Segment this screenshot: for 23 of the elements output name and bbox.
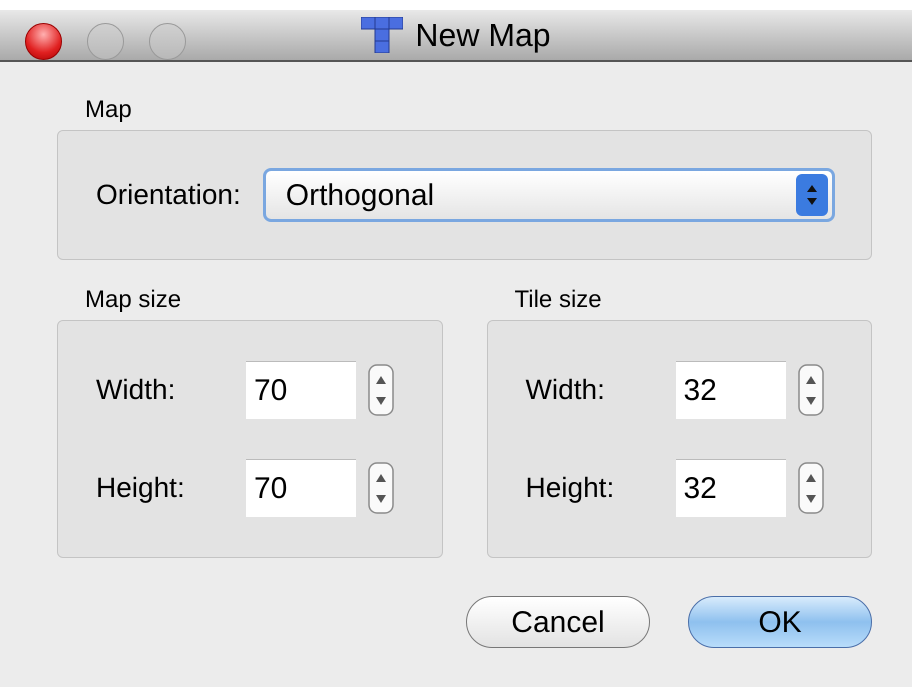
group-title: Map (85, 95, 133, 125)
stepper-control[interactable] (798, 462, 824, 514)
number-field[interactable]: 70 (246, 361, 356, 419)
dropdown-arrows-icon (796, 174, 828, 216)
orientation-dropdown[interactable]: Orthogonal (262, 168, 835, 222)
stepper-control[interactable] (368, 364, 394, 416)
stepper-control[interactable] (368, 462, 394, 514)
group-title: Map size (85, 285, 182, 315)
stepper-control[interactable] (798, 364, 824, 416)
field-label: Width: (526, 373, 606, 407)
group-title: Tile size (514, 285, 603, 315)
ok-button[interactable]: OK (688, 596, 872, 648)
tile-grid-icon (361, 17, 404, 53)
field-label: Height: (526, 471, 616, 505)
close-button[interactable] (25, 23, 62, 60)
number-field[interactable]: 32 (676, 459, 786, 517)
field-label: Height: (96, 471, 186, 505)
field-label: Width: (96, 373, 176, 407)
number-field[interactable]: 32 (676, 361, 786, 419)
window-title: New Map (415, 16, 551, 55)
field-label: Orientation: (96, 178, 241, 212)
number-field[interactable]: 70 (246, 459, 356, 517)
cancel-button[interactable]: Cancel (466, 596, 650, 648)
